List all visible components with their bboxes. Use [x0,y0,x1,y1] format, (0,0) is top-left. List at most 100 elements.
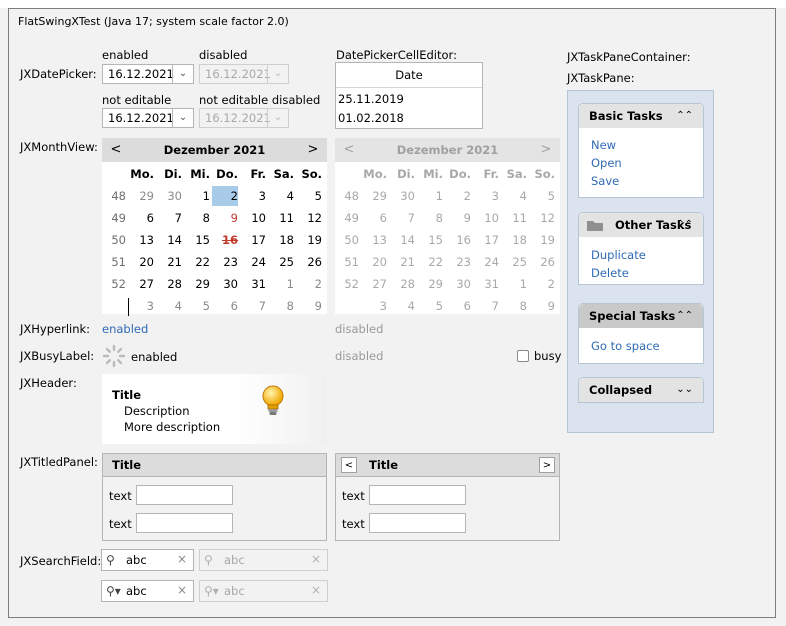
search-input[interactable]: abc [126,553,147,567]
day-cell[interactable]: 17 [240,230,266,250]
collapse-icon[interactable]: ⌃⌃ [676,104,693,128]
datepicker-value: 16.12.2021 [205,111,271,125]
day-cell[interactable]: 13 [128,230,154,250]
task-link-new[interactable]: New [591,138,616,152]
day-cell[interactable]: 18 [268,230,294,250]
day-cell[interactable]: 7 [156,208,182,228]
day-cell[interactable]: 11 [268,208,294,228]
day-cell[interactable]: 8 [268,296,294,316]
day-cell[interactable]: 5 [296,186,322,206]
day-cell: 11 [512,211,527,225]
next-button[interactable]: > [539,457,555,473]
day-cell[interactable]: 23 [212,252,238,272]
day-cell[interactable]: 9 [296,296,322,316]
monthview-enabled[interactable]: < Dezember 2021 > Mo. Di. Mi. Do. Fr. Sa. So. 4… [102,138,327,316]
collapse-icon[interactable]: ⌃⌃ [676,304,693,328]
chevron-down-icon[interactable]: ⌄ [172,109,193,127]
task-link-save[interactable]: Save [591,174,619,188]
day-cell[interactable]: 14 [156,230,182,250]
task-link-go-to-space[interactable]: Go to space [591,339,660,353]
day-cell[interactable]: 9 [212,208,238,228]
week-number: 52 [344,277,359,291]
search-field-popup[interactable]: ⚲▾ abc × [101,580,194,602]
day-cell: 12 [540,211,555,225]
prev-month-button[interactable]: < [106,138,126,162]
hyperlink-enabled[interactable]: enabled [102,322,148,336]
day-cell[interactable]: 4 [268,186,294,206]
clear-icon[interactable]: × [177,552,187,566]
day-cell[interactable]: 28 [156,274,182,294]
day-cell[interactable]: 15 [184,230,210,250]
day-cell[interactable]: 1 [184,186,210,206]
weekday-header: Do. [449,167,471,181]
collapse-icon[interactable]: ⌃⌃ [676,213,693,237]
day-cell[interactable]: 12 [296,208,322,228]
weekday-header: Di. [164,167,182,181]
day-cell[interactable]: 2 [212,186,238,206]
chevron-down-icon[interactable]: ⌄ [172,65,193,83]
day-cell[interactable]: 26 [296,252,322,272]
day-cell[interactable]: 7 [240,296,266,316]
day-cell[interactable]: 3 [240,186,266,206]
task-pane-header[interactable]: Collapsed ⌄⌄ [579,378,703,402]
text-field[interactable] [136,513,233,533]
task-link-open[interactable]: Open [591,156,622,170]
busylabel-enabled: enabled [131,350,178,364]
day-cell[interactable]: 29 [184,274,210,294]
day-cell[interactable]: 24 [240,252,266,272]
search-input[interactable]: abc [126,584,147,598]
day-cell[interactable]: 25 [268,252,294,272]
table-row[interactable]: 25.11.2019 [338,92,404,106]
task-pane-header[interactable]: Special Tasks ⌃⌃ [579,304,703,328]
titled-panel-title: Title [336,454,559,477]
text-field[interactable] [369,513,466,533]
task-link-delete[interactable]: Delete [591,266,629,280]
search-popup-icon[interactable]: ⚲▾ [106,584,121,598]
day-cell[interactable]: 30 [156,186,182,206]
day-cell: 3 [379,299,387,313]
datepicker-disabled-label: disabled [199,48,248,62]
clear-icon[interactable]: × [177,583,187,597]
day-cell[interactable]: 1 [268,274,294,294]
month-header: < Dezember 2021 > [335,138,560,162]
text-field[interactable] [369,485,466,505]
week-number: 50 [344,233,359,247]
day-cell[interactable]: 10 [240,208,266,228]
busy-checkbox[interactable] [517,350,529,362]
day-cell[interactable]: 20 [128,252,154,272]
day-cell[interactable]: 2 [296,274,322,294]
day-cell[interactable]: 30 [212,274,238,294]
datepicker-not-editable[interactable]: 16.12.2021 ⌄ [102,108,194,128]
text-label: text [342,517,365,531]
task-link-duplicate[interactable]: Duplicate [591,248,646,262]
day-cell[interactable]: 6 [212,296,238,316]
folder-icon [587,221,603,231]
day-cell[interactable]: 21 [156,252,182,272]
day-cell[interactable]: 8 [184,208,210,228]
busy-checkbox-label[interactable]: busy [534,349,561,363]
day-cell[interactable]: 6 [128,208,154,228]
datepicker-enabled[interactable]: 16.12.2021 ⌄ [102,64,194,84]
day-cell[interactable]: 27 [128,274,154,294]
day-cell[interactable]: 29 [128,186,154,206]
day-cell[interactable]: 4 [156,296,182,316]
task-pane-header[interactable]: Other Tasks ⌃⌃ [579,213,703,237]
day-cell[interactable]: 16 [212,230,238,250]
day-cell[interactable]: 5 [184,296,210,316]
search-field-instant[interactable]: ⚲ abc × [101,549,194,571]
day-cell[interactable]: 19 [296,230,322,250]
expand-icon[interactable]: ⌄⌄ [676,378,693,402]
table-row[interactable]: 01.02.2018 [338,111,404,125]
week-number: 51 [344,255,359,269]
task-pane-header[interactable]: Basic Tasks ⌃⌃ [579,104,703,128]
day-cell: 28 [400,277,415,291]
next-month-button[interactable]: > [303,138,323,162]
day-cell[interactable]: 3 [128,296,154,316]
prev-button[interactable]: < [341,457,357,473]
weekday-header: Fr. [483,167,499,181]
text-field[interactable] [136,485,233,505]
month-header: < Dezember 2021 > [102,138,327,162]
day-cell[interactable]: 31 [240,274,266,294]
table-header[interactable]: Date [336,63,482,88]
day-cell[interactable]: 22 [184,252,210,272]
